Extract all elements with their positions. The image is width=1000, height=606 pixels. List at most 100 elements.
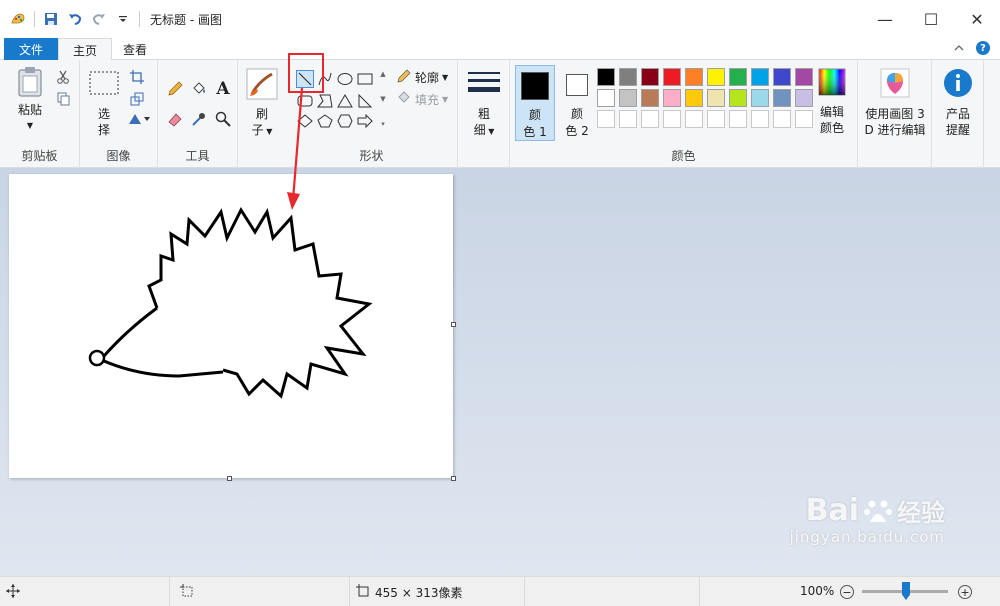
color-swatch[interactable]	[773, 89, 791, 107]
outline-label: 轮廓	[415, 71, 440, 85]
magnifier-icon[interactable]	[214, 110, 232, 128]
triangle-shape-icon[interactable]	[336, 92, 354, 110]
color-swatch[interactable]	[773, 68, 791, 86]
select-button[interactable]: 选 择	[86, 70, 122, 138]
tab-view[interactable]: 查看	[112, 38, 158, 60]
color-swatch[interactable]	[597, 68, 615, 86]
cursor-position	[0, 577, 170, 606]
color-swatch[interactable]	[641, 89, 659, 107]
copy-icon[interactable]	[54, 90, 72, 108]
paint3d-group: 使用画图 3 D 进行编辑	[858, 60, 932, 168]
custom-color-swatch[interactable]	[751, 110, 769, 128]
size-button[interactable]: 粗 细 ▼	[466, 70, 502, 140]
pentagon-shape-icon[interactable]	[316, 112, 334, 130]
help-icon[interactable]: ?	[976, 41, 990, 55]
outline-button[interactable]: 轮廓 ▼	[396, 68, 448, 87]
scroll-up-icon[interactable]: ▲	[380, 70, 385, 78]
separator	[34, 11, 35, 27]
rotate-icon[interactable]	[126, 110, 152, 128]
pencil-icon[interactable]	[166, 80, 184, 98]
color-picker-icon[interactable]	[190, 110, 208, 128]
custom-color-swatch[interactable]	[685, 110, 703, 128]
oval-shape-icon[interactable]	[336, 70, 354, 88]
tab-home[interactable]: 主页	[58, 38, 112, 61]
color-swatch[interactable]	[751, 89, 769, 107]
color1-sample	[521, 72, 549, 100]
collapse-ribbon-icon[interactable]	[954, 41, 964, 55]
color-swatch[interactable]	[597, 89, 615, 107]
polygon-shape-icon[interactable]	[316, 92, 334, 110]
edit-colors-button[interactable]: 编辑 颜色	[812, 68, 852, 136]
custom-color-swatch[interactable]	[729, 110, 747, 128]
customize-toolbar-icon[interactable]	[115, 11, 131, 27]
color2-button[interactable]: 颜 色 2	[557, 65, 597, 141]
undo-icon[interactable]	[67, 11, 83, 27]
resize-handle-corner[interactable]	[451, 476, 456, 481]
tab-file[interactable]: 文件	[4, 38, 58, 60]
resize-handle-bottom[interactable]	[227, 476, 232, 481]
resize-icon[interactable]	[128, 90, 146, 108]
resize-handle-right[interactable]	[451, 322, 456, 327]
right-triangle-shape-icon[interactable]	[356, 92, 374, 110]
fill-button[interactable]: 填充 ▼	[396, 90, 448, 109]
color-swatch[interactable]	[795, 89, 813, 107]
info-icon	[943, 68, 973, 102]
edit-colors-label-1: 编辑	[819, 105, 844, 119]
maximize-button[interactable]: ☐	[908, 0, 954, 38]
fill-icon	[396, 90, 412, 109]
custom-color-swatch[interactable]	[641, 110, 659, 128]
color-swatch[interactable]	[663, 89, 681, 107]
eraser-icon[interactable]	[166, 110, 184, 128]
color-swatch[interactable]	[729, 89, 747, 107]
close-button[interactable]: ✕	[954, 0, 1000, 38]
color-swatch[interactable]	[619, 89, 637, 107]
crop-icon[interactable]	[128, 68, 146, 86]
minimize-button[interactable]: —	[862, 0, 908, 38]
custom-color-swatch[interactable]	[707, 110, 725, 128]
shapes-gallery-scroll[interactable]: ▲ ▼ ▾	[378, 70, 388, 128]
color-swatch[interactable]	[663, 68, 681, 86]
custom-color-swatch[interactable]	[795, 110, 813, 128]
paint-app-icon[interactable]	[10, 11, 26, 27]
rectangle-shape-icon[interactable]	[356, 70, 374, 88]
color-swatch[interactable]	[707, 68, 725, 86]
color-swatch[interactable]	[751, 68, 769, 86]
color-swatch[interactable]	[795, 68, 813, 86]
custom-color-swatch[interactable]	[619, 110, 637, 128]
cut-icon[interactable]	[54, 68, 72, 86]
product-alert-button[interactable]: 产品 提醒	[938, 68, 978, 138]
size-label-1: 粗	[477, 107, 490, 121]
drawing-canvas[interactable]	[9, 174, 456, 481]
color-swatch[interactable]	[685, 89, 703, 107]
brush-label-2: 子 ▼	[251, 123, 273, 137]
title-bar: 无标题 - 画图 — ☐ ✕	[0, 0, 1000, 38]
color-swatch[interactable]	[619, 68, 637, 86]
color2-label-2: 色 2	[565, 124, 589, 138]
color1-button[interactable]: 颜 色 1	[515, 65, 555, 141]
brushes-button[interactable]: 刷 子 ▼	[244, 68, 280, 140]
tools-group: A 工具	[158, 60, 238, 168]
color-swatch[interactable]	[685, 68, 703, 86]
redo-icon[interactable]	[91, 11, 107, 27]
scroll-down-icon[interactable]: ▼	[380, 95, 385, 103]
fill-bucket-icon[interactable]	[190, 80, 208, 98]
custom-color-swatch[interactable]	[597, 110, 615, 128]
zoom-in-button[interactable]: +	[958, 585, 972, 599]
right-arrow-shape-icon[interactable]	[356, 112, 374, 130]
custom-color-swatch[interactable]	[773, 110, 791, 128]
edit-with-paint3d-button[interactable]: 使用画图 3 D 进行编辑	[860, 68, 930, 138]
canvas-workspace[interactable]: Bai 经验 jingyan.baidu.com	[0, 88, 1000, 576]
color-swatch[interactable]	[641, 68, 659, 86]
save-icon[interactable]	[43, 11, 59, 27]
color-swatch[interactable]	[707, 89, 725, 107]
hexagon-shape-icon[interactable]	[336, 112, 354, 130]
color-swatch[interactable]	[729, 68, 747, 86]
zoom-slider-thumb[interactable]	[902, 582, 910, 600]
image-group-label: 图像	[106, 149, 131, 163]
zoom-out-button[interactable]: −	[840, 585, 854, 599]
file-size	[525, 577, 700, 606]
paste-button[interactable]: 粘贴 ▼	[12, 66, 48, 134]
custom-color-swatch[interactable]	[663, 110, 681, 128]
gallery-expand-icon[interactable]: ▾	[381, 120, 385, 128]
text-tool-icon[interactable]: A	[214, 79, 232, 99]
